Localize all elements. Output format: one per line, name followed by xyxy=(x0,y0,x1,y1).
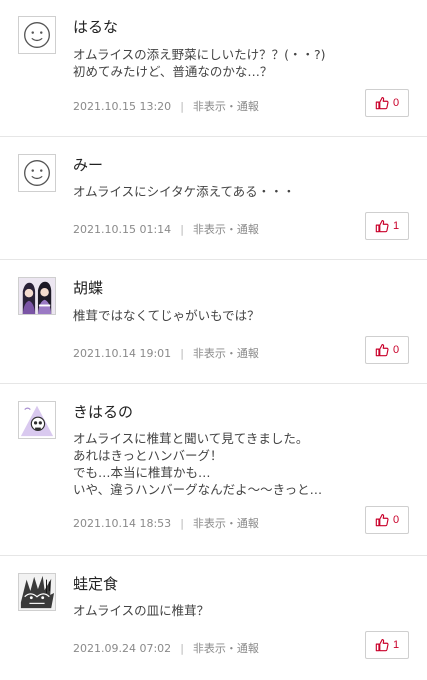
comment-text-line: オムライスに椎茸と聞いて見てきました。 xyxy=(73,431,309,446)
default-face-icon[interactable] xyxy=(18,154,56,192)
comment-meta: 2021.10.15 01:14 | 非表示・通報 xyxy=(73,221,259,237)
thumbs-up-icon xyxy=(375,639,389,652)
comment-list: はるな オムライスの添え野菜にしいたけ？？(・・?) 初めてみたけど、普通なのか… xyxy=(0,0,427,680)
comment-meta: 2021.10.15 13:20 | 非表示・通報 xyxy=(73,98,259,114)
thumbs-up-icon xyxy=(375,220,389,233)
hide-report-link[interactable]: 非表示・通報 xyxy=(193,223,259,236)
meta-divider: | xyxy=(180,100,184,113)
comment-text-line: あれはきっとハンバーグ！ xyxy=(73,448,223,463)
comment-meta: 2021.10.14 19:01 | 非表示・通報 xyxy=(73,345,259,361)
like-button[interactable]: 1 xyxy=(365,631,409,659)
comment-meta: 2021.09.24 07:02 | 非表示・通報 xyxy=(73,640,259,656)
comment-text: 椎茸ではなくてじゃがいもでは？ xyxy=(73,307,260,324)
like-count: 1 xyxy=(392,639,400,651)
comment-author-name[interactable]: みー xyxy=(73,154,103,175)
comment-text-line: オムライスの皿に椎茸？ xyxy=(73,603,210,618)
hide-report-link[interactable]: 非表示・通報 xyxy=(193,100,259,113)
comment-author-name[interactable]: きはるの xyxy=(73,401,133,422)
like-count: 0 xyxy=(392,344,400,356)
comment-text-line: オムライスの添え野菜にしいたけ？？(・・?) xyxy=(73,47,326,62)
like-count: 0 xyxy=(392,97,400,109)
comment-meta: 2021.10.14 18:53 | 非表示・通報 xyxy=(73,515,259,531)
comment-text-line: オムライスにシイタケ添えてある・・・ xyxy=(73,184,296,199)
meta-divider: | xyxy=(180,517,184,530)
default-face-icon[interactable] xyxy=(18,16,56,54)
comment-text: オムライスの添え野菜にしいたけ？？(・・?) 初めてみたけど、普通なのかな…？ xyxy=(73,46,326,80)
comment-timestamp: 2021.10.14 18:53 xyxy=(73,517,172,530)
comment-text-line: 椎茸ではなくてじゃがいもでは？ xyxy=(73,308,260,323)
comment-text: オムライスにシイタケ添えてある・・・ xyxy=(73,183,295,200)
thumbs-up-icon xyxy=(375,344,389,357)
comment-text-line: でも…本当に椎茸かも… xyxy=(73,465,211,480)
comment-timestamp: 2021.10.14 19:01 xyxy=(73,347,172,360)
comment-author-name[interactable]: 蛙定食 xyxy=(73,573,118,594)
thumbs-up-icon xyxy=(375,514,389,527)
meta-divider: | xyxy=(180,642,184,655)
anime-character-avatar[interactable] xyxy=(18,277,56,315)
manga-character-avatar[interactable] xyxy=(18,573,56,611)
like-button[interactable]: 0 xyxy=(365,336,409,364)
comment-author-name[interactable]: はるな xyxy=(73,16,118,37)
comment-text-line: 初めてみたけど、普通なのかな…？ xyxy=(73,64,273,79)
comment-timestamp: 2021.10.15 13:20 xyxy=(73,100,172,113)
like-count: 1 xyxy=(392,220,400,232)
comment-timestamp: 2021.10.15 01:14 xyxy=(73,223,172,236)
comment-item: 蛙定食 オムライスの皿に椎茸？ 2021.09.24 07:02 | 非表示・通報 … xyxy=(0,557,427,680)
skull-character-avatar[interactable] xyxy=(18,401,56,439)
comment-item: きはるの オムライスに椎茸と聞いて見てきました。 あれはきっとハンバーグ！ でも… xyxy=(0,385,427,556)
like-button[interactable]: 1 xyxy=(365,212,409,240)
hide-report-link[interactable]: 非表示・通報 xyxy=(193,517,259,530)
comment-item: みー オムライスにシイタケ添えてある・・・ 2021.10.15 01:14 | 非… xyxy=(0,138,427,260)
like-count: 0 xyxy=(392,514,400,526)
thumbs-up-icon xyxy=(375,97,389,110)
meta-divider: | xyxy=(180,347,184,360)
comment-author-name[interactable]: 胡蝶 xyxy=(73,277,103,298)
like-button[interactable]: 0 xyxy=(365,506,409,534)
comment-text: オムライスの皿に椎茸？ xyxy=(73,602,209,619)
hide-report-link[interactable]: 非表示・通報 xyxy=(193,642,259,655)
meta-divider: | xyxy=(180,223,184,236)
like-button[interactable]: 0 xyxy=(365,89,409,117)
comment-timestamp: 2021.09.24 07:02 xyxy=(73,642,172,655)
comment-text-line: いや、違うハンバーグなんだよ〜〜きっと… xyxy=(73,482,323,497)
comment-item: はるな オムライスの添え野菜にしいたけ？？(・・?) 初めてみたけど、普通なのか… xyxy=(0,0,427,137)
comment-item: 胡蝶 椎茸ではなくてじゃがいもでは？ 2021.10.14 19:01 | 非表示・… xyxy=(0,261,427,384)
hide-report-link[interactable]: 非表示・通報 xyxy=(193,347,259,360)
comment-text: オムライスに椎茸と聞いて見てきました。 あれはきっとハンバーグ！ でも…本当に椎… xyxy=(73,430,322,498)
